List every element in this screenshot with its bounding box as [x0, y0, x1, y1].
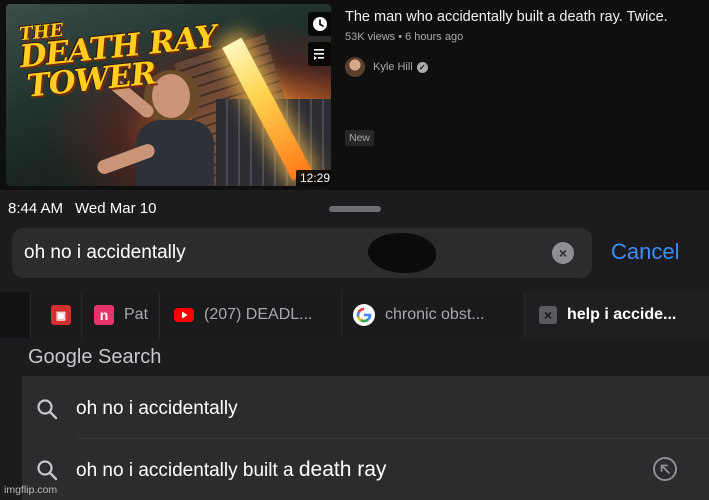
youtube-favicon [174, 308, 194, 322]
channel-name[interactable]: Kyle Hill [373, 61, 413, 73]
tab-strip: ▣ n Pat (207) DEADL... chronic obst... ×… [0, 292, 709, 338]
google-search-heading: Google Search [28, 346, 162, 368]
tab-4[interactable]: chronic obst... [341, 292, 524, 338]
channel-row[interactable]: Kyle Hill ✓ [345, 57, 428, 77]
tab-1[interactable]: ▣ [30, 292, 81, 338]
watch-later-button[interactable] [308, 12, 331, 36]
tab-label: help i accide... [567, 306, 677, 323]
video-thumbnail[interactable]: THE DEATH RAY TOWER 12:29 [6, 4, 331, 186]
video-duration: 12:29 [296, 170, 331, 186]
status-bar: 8:44 AM Wed Mar 10 [8, 200, 156, 217]
suggestions-header: Google Search [0, 340, 709, 376]
tab-label: chronic obst... [385, 306, 485, 323]
tab-3[interactable]: (207) DEADL... [159, 292, 341, 338]
clear-icon: × [558, 245, 568, 261]
clear-search-button[interactable]: × [552, 242, 574, 264]
video-meta: 53K views • 6 hours ago [345, 31, 464, 43]
channel-avatar[interactable] [345, 57, 365, 77]
search-icon [37, 459, 58, 480]
suggestions-list: oh no i accidentally oh no i accidentall… [22, 376, 709, 500]
search-input[interactable]: oh no i accidentally [24, 242, 186, 264]
suggestion-item[interactable]: oh no i accidentally built a death ray [22, 439, 709, 500]
clock-icon [313, 17, 327, 31]
tab-label: Pat [124, 306, 149, 323]
suggestion-text: oh no i accidentally [76, 397, 238, 419]
sheet-grabber[interactable] [329, 206, 381, 212]
add-to-queue-icon [314, 49, 324, 60]
new-badge: New [345, 130, 375, 146]
tab-2[interactable]: n Pat [81, 292, 159, 338]
n-favicon: n [94, 305, 114, 325]
search-icon [37, 398, 58, 419]
suggestion-text: oh no i accidentally built a death ray [76, 458, 386, 482]
suggestion-prefix: oh no i accidentally built a [76, 459, 299, 481]
search-field[interactable]: oh no i accidentally × [12, 228, 592, 278]
watermark: imgflip.com [4, 484, 58, 496]
video-info: The man who accidentally built a death r… [345, 9, 705, 43]
redaction-scribble [368, 233, 436, 273]
status-time: 8:44 AM [8, 200, 64, 217]
video-card[interactable]: THE DEATH RAY TOWER 12:29 The man who ac… [0, 0, 709, 190]
add-to-queue-button[interactable] [308, 42, 331, 66]
close-tab-icon[interactable]: × [539, 306, 557, 324]
red-box-favicon: ▣ [51, 305, 71, 325]
google-favicon [353, 304, 375, 326]
arrow-up-left-icon [660, 464, 670, 474]
video-title[interactable]: The man who accidentally built a death r… [345, 9, 705, 26]
tab-label: (207) DEADL... [204, 306, 313, 323]
suggestion-suffix: death ray [298, 457, 387, 481]
verified-check-icon: ✓ [416, 61, 428, 73]
status-date: Wed Mar 10 [75, 200, 157, 217]
cancel-button[interactable]: Cancel [611, 239, 679, 265]
fill-search-button[interactable] [653, 457, 677, 481]
tab-active[interactable]: × help i accide... [524, 292, 709, 338]
suggestion-item[interactable]: oh no i accidentally [22, 378, 709, 439]
